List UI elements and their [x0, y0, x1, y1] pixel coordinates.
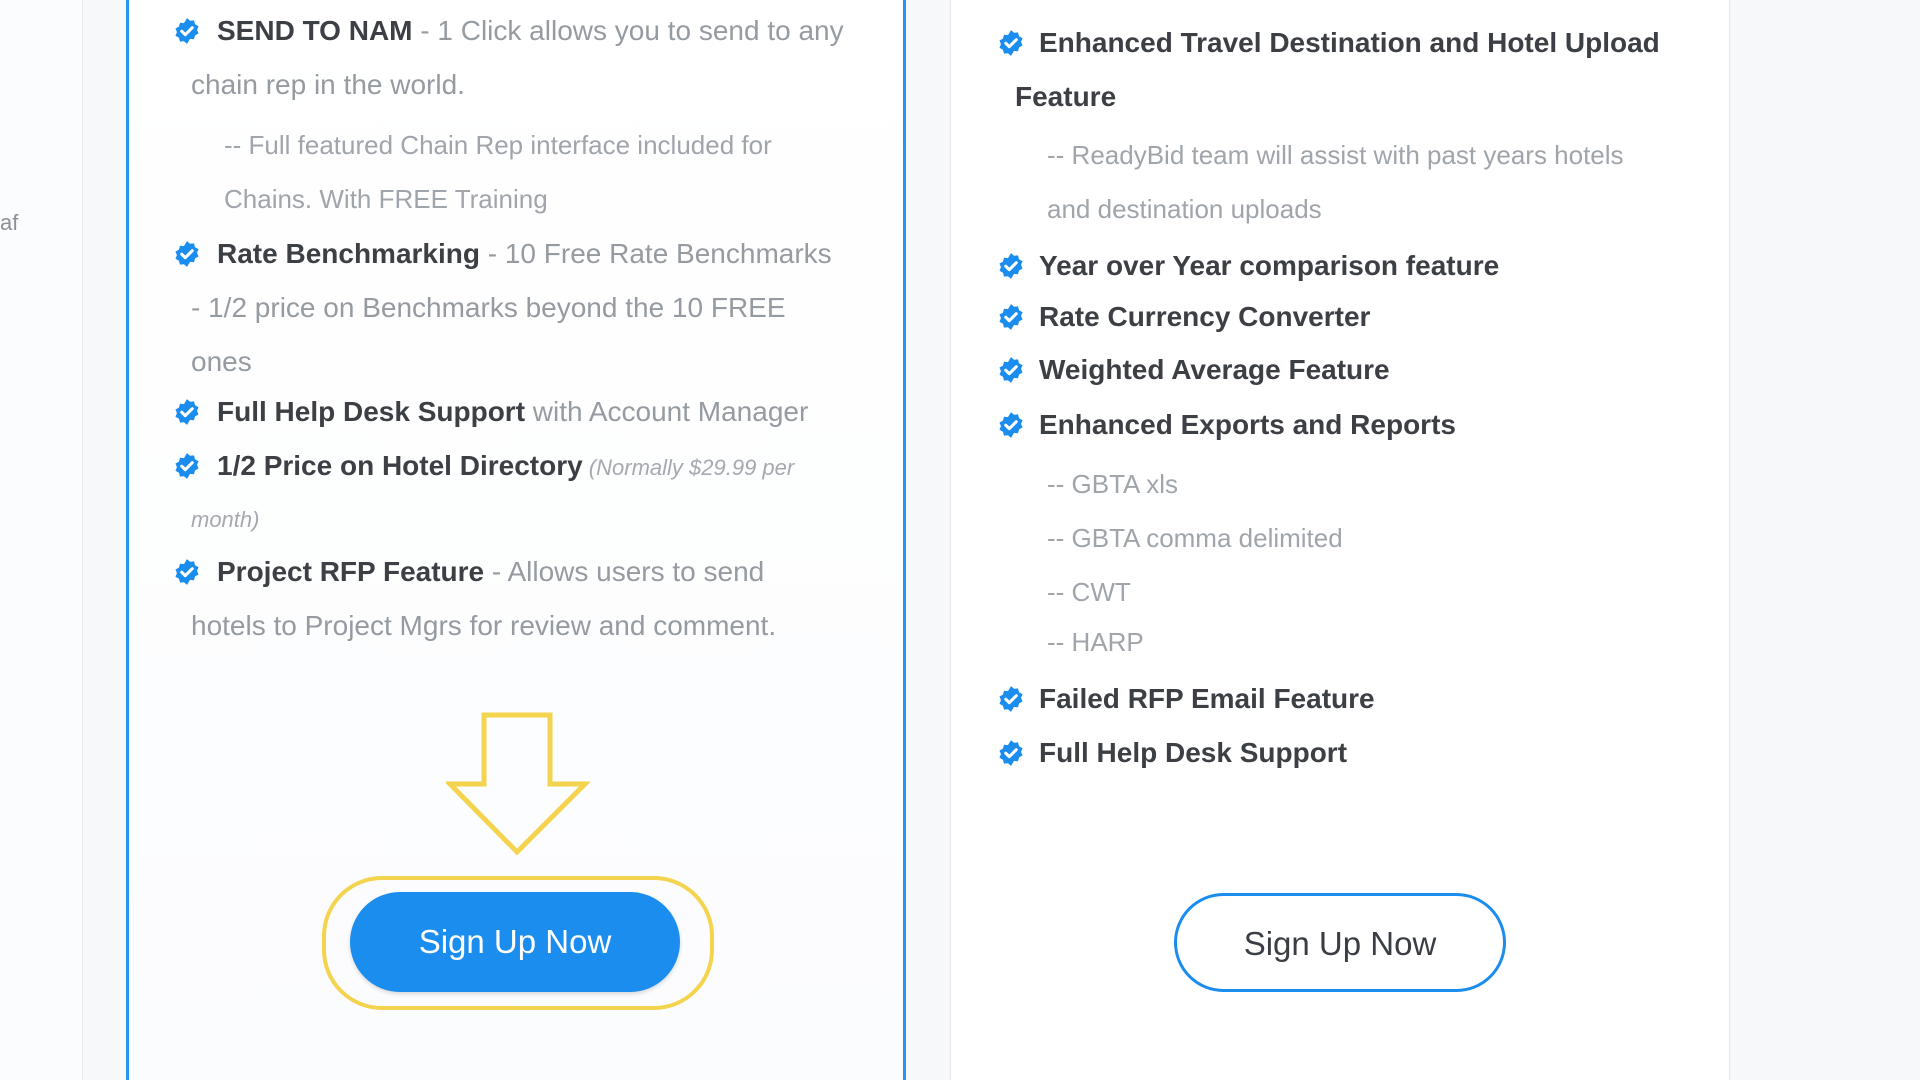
feature-note: (Normally $29.99 per: [582, 455, 795, 480]
export-format-item: -- CWT: [1047, 577, 1131, 607]
verified-check-icon: [999, 412, 1023, 438]
feature-desc-cont: hotels to Project Mgrs for review and co…: [191, 610, 777, 641]
feature-title: 1/2 Price on Hotel Directory: [217, 450, 583, 481]
verified-check-icon: [999, 686, 1023, 712]
right-gutter: [1730, 0, 1920, 1080]
feature-title: Failed RFP Email Feature: [1039, 683, 1375, 714]
feature-title: Enhanced Travel Destination and Hotel Up…: [1039, 27, 1660, 58]
subnote-line: and destination uploads: [1047, 194, 1322, 224]
feature-title: Enhanced Exports and Reports: [1039, 409, 1456, 440]
feature-title: Project RFP Feature: [217, 556, 485, 587]
down-arrow-icon: [446, 712, 590, 856]
feature-desc: with Account Manager: [525, 396, 809, 427]
feature-title: Rate Benchmarking: [217, 238, 480, 269]
sign-up-button-secondary[interactable]: Sign Up Now: [1174, 893, 1506, 992]
verified-check-icon: [175, 559, 199, 585]
subnote-line: -- Full featured Chain Rep interface inc…: [224, 130, 772, 160]
verified-check-icon: [999, 357, 1023, 383]
verified-check-icon: [175, 453, 199, 479]
page: af SEND TO NAM - 1 Click allows you to s…: [0, 0, 1920, 1080]
export-format-item: -- GBTA xls: [1047, 469, 1178, 499]
cut-off-text: af: [0, 210, 19, 235]
verified-check-icon: [999, 253, 1023, 279]
export-format-item: -- GBTA comma delimited: [1047, 523, 1343, 553]
verified-check-icon: [175, 18, 199, 44]
feature-title: Weighted Average Feature: [1039, 354, 1390, 385]
verified-check-icon: [175, 399, 199, 425]
feature-note-cont: month): [191, 507, 260, 532]
feature-desc: - Allows users to send: [484, 556, 765, 587]
verified-check-icon: [999, 304, 1023, 330]
verified-check-icon: [999, 740, 1023, 766]
feature-title: Rate Currency Converter: [1039, 301, 1371, 332]
subnote-line: -- ReadyBid team will assist with past y…: [1047, 140, 1624, 170]
verified-check-icon: [175, 241, 199, 267]
feature-title-cont: Feature: [1015, 81, 1117, 112]
feature-desc: - 1 Click allows you to send to any: [412, 15, 844, 46]
feature-title: Year over Year comparison feature: [1039, 250, 1500, 281]
feature-title: SEND TO NAM: [217, 15, 413, 46]
subnote-line: Chains. With FREE Training: [224, 184, 548, 214]
export-format-item: -- HARP: [1047, 627, 1144, 657]
feature-desc-cont: chain rep in the world.: [191, 69, 465, 100]
feature-desc-cont: - 1/2 price on Benchmarks beyond the 10 …: [191, 292, 786, 323]
side-panel: af: [0, 0, 83, 1080]
verified-check-icon: [999, 30, 1023, 56]
feature-title: Full Help Desk Support: [1039, 737, 1348, 768]
sign-up-button-primary[interactable]: Sign Up Now: [350, 892, 680, 992]
feature-desc: - 10 Free Rate Benchmarks: [479, 238, 832, 269]
feature-title: Full Help Desk Support: [217, 396, 526, 427]
feature-desc-cont: ones: [191, 346, 252, 377]
